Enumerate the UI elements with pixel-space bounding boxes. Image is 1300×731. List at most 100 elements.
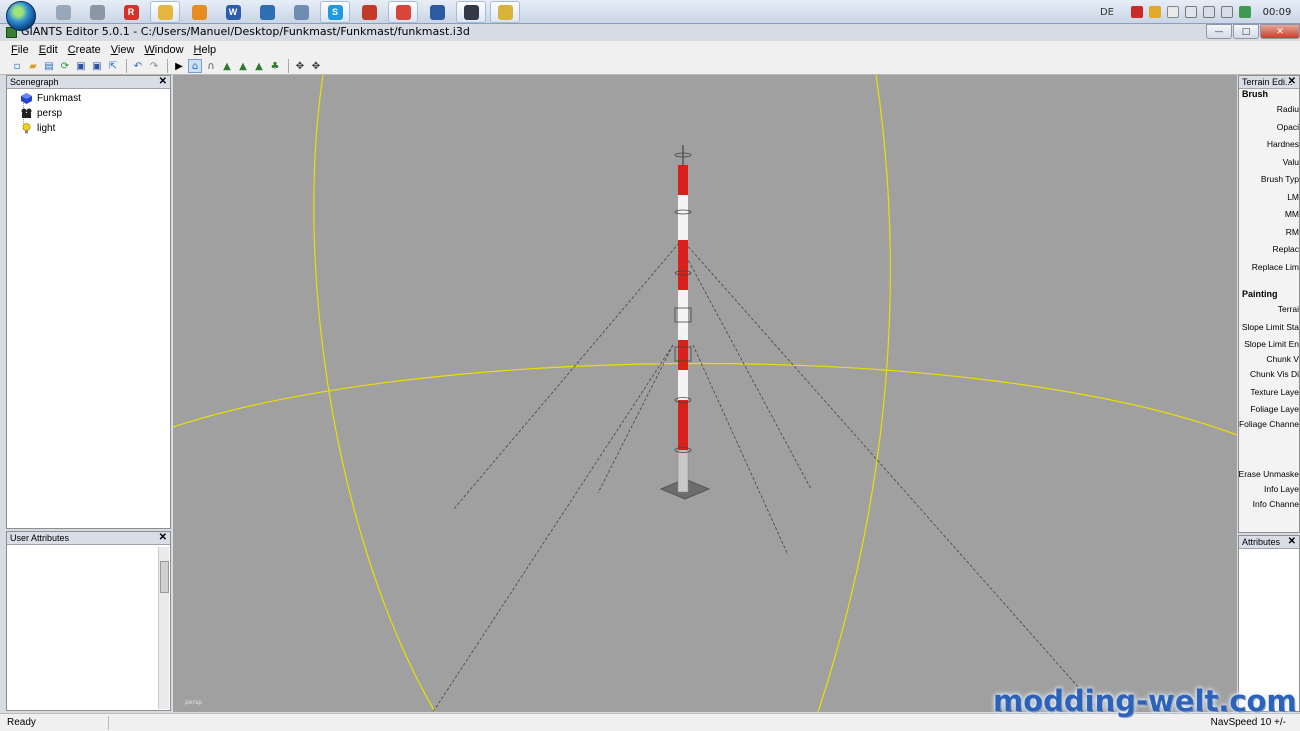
scenegraph-header: Scenegraph ✕	[7, 76, 170, 89]
menu-file[interactable]: File	[6, 44, 34, 56]
guy-wire	[452, 242, 680, 511]
mast-segment	[678, 195, 688, 240]
menu-edit[interactable]: Edit	[34, 44, 63, 56]
mast-segment	[678, 290, 688, 340]
menu-help[interactable]: Help	[189, 44, 222, 56]
maximize-button[interactable]: □	[1233, 24, 1259, 39]
clock[interactable]: 00:09	[1254, 7, 1300, 18]
export-icon[interactable]: ⇱	[106, 59, 120, 73]
taskbar-app-pinned-app-3[interactable]: R	[116, 1, 146, 23]
system-tray: DE 00:09	[1100, 0, 1300, 24]
status-text: Ready	[7, 717, 36, 728]
grid-circle-left	[313, 75, 436, 712]
taskbar-app-pinned-app-10[interactable]	[354, 1, 384, 23]
tray-app-icon[interactable]	[1149, 6, 1161, 18]
antivirus-icon[interactable]	[1131, 6, 1143, 18]
play-icon[interactable]: ▶	[172, 59, 186, 73]
flag-icon[interactable]	[1185, 6, 1197, 18]
menu-view[interactable]: View	[106, 44, 140, 56]
mast-segment	[678, 340, 688, 370]
panel-title: Scenegraph	[10, 77, 59, 87]
new-file-icon[interactable]: ▫	[10, 59, 24, 73]
terrain-setting-label: Info Channe	[1252, 499, 1299, 509]
update-icon[interactable]	[1239, 6, 1251, 18]
terrain-setting-label: Texture Laye	[1250, 387, 1299, 397]
select-tool-icon[interactable]: ⌂	[188, 59, 202, 73]
taskbar-app-chrome[interactable]	[388, 1, 418, 23]
viewport-scene	[173, 75, 1237, 712]
window-titlebar: GIANTS Editor 5.0.1 - C:/Users/Manuel/De…	[0, 24, 1300, 41]
terrain-setting-label: Valu	[1282, 157, 1299, 167]
browser-globe-icon	[259, 4, 275, 20]
mast-segment	[677, 449, 689, 493]
minimize-button[interactable]: —	[1206, 24, 1232, 39]
close-icon[interactable]: ✕	[1288, 76, 1296, 88]
3d-viewport[interactable]: persp	[173, 75, 1237, 712]
pinned-app-2-icon	[89, 4, 105, 20]
open-recent-icon[interactable]: ▤	[42, 59, 56, 73]
taskbar-app-pinned-app-8[interactable]	[286, 1, 316, 23]
giants-editor-icon	[497, 4, 513, 20]
close-button[interactable]: ✕	[1260, 24, 1300, 39]
open-file-icon[interactable]: ▰	[26, 59, 40, 73]
gizmo-settings-icon[interactable]: ✥	[309, 59, 323, 73]
pinned-app-12-icon	[429, 4, 445, 20]
terrain-foliage-icon[interactable]: ▲	[252, 59, 266, 73]
close-icon[interactable]: ✕	[1288, 536, 1296, 548]
menu-window[interactable]: Window	[139, 44, 188, 56]
terrain-setting-label: Replace Lim	[1251, 262, 1299, 272]
reload-icon[interactable]: ⟳	[58, 59, 72, 73]
start-button[interactable]	[6, 1, 36, 31]
terrain-editor-panel: Terrain Edi... ✕ Brush Radiu Opaci Hardnes V…	[1238, 75, 1300, 533]
mast-segment	[678, 240, 688, 290]
taskbar-app-media-player[interactable]	[184, 1, 214, 23]
taskbar-app-browser-globe[interactable]	[252, 1, 282, 23]
tree-node-label: persp	[37, 108, 63, 119]
mast-segment	[678, 165, 688, 195]
section-heading: Painting	[1242, 289, 1278, 299]
taskbar-app-pinned-app-2[interactable]	[82, 1, 112, 23]
magnet-icon[interactable]: ∩	[204, 59, 218, 73]
tree-node-light[interactable]: light	[21, 121, 55, 136]
taskbar-app-explorer[interactable]	[150, 1, 180, 23]
steam-icon	[463, 4, 479, 20]
undo-icon[interactable]: ↶	[131, 59, 145, 73]
taskbar-app-giants-editor[interactable]	[490, 1, 520, 23]
network-icon[interactable]	[1203, 6, 1215, 18]
scrollbar[interactable]	[158, 547, 169, 709]
document-icon[interactable]	[1167, 6, 1179, 18]
pinned-app-1-icon	[55, 4, 71, 20]
scrollbar-thumb[interactable]	[160, 561, 169, 593]
toolbar-separator	[288, 59, 289, 73]
media-player-icon	[191, 4, 207, 20]
terrain-paint-icon[interactable]: ▲	[236, 59, 250, 73]
foliage-icon[interactable]: ♣	[268, 59, 282, 73]
taskbar-app-skype[interactable]: S	[320, 1, 350, 23]
tree-node-persp[interactable]: persp	[21, 106, 62, 121]
panel-title: Attributes	[1242, 537, 1281, 547]
save-icon[interactable]: ▣	[74, 59, 88, 73]
skype-icon: S	[327, 4, 343, 20]
taskbar-app-word[interactable]: W	[218, 1, 248, 23]
close-icon[interactable]: ✕	[159, 532, 167, 544]
gizmo-icon[interactable]: ✥	[293, 59, 307, 73]
window-controls: — □ ✕	[1205, 24, 1300, 40]
grid-circle-right	[817, 75, 891, 712]
language-indicator[interactable]: DE	[1100, 7, 1114, 18]
menu-create[interactable]: Create	[63, 44, 106, 56]
terrain-setting-label: Terrai	[1277, 304, 1299, 314]
terrain-setting-label: Chunk Vis Di	[1250, 369, 1299, 379]
taskbar-app-pinned-app-1[interactable]	[48, 1, 78, 23]
volume-icon[interactable]	[1221, 6, 1233, 18]
taskbar-app-pinned-app-12[interactable]	[422, 1, 452, 23]
radio-mast	[674, 145, 692, 493]
taskbar-app-steam[interactable]	[456, 1, 486, 23]
close-icon[interactable]: ✕	[159, 76, 167, 88]
toolbar-separator	[167, 59, 168, 73]
terrain-sculpt-icon[interactable]: ▲	[220, 59, 234, 73]
tree-node-funkmast[interactable]: Funkmast	[21, 91, 81, 106]
pinned-app-3-icon: R	[123, 4, 139, 20]
redo-icon[interactable]: ↷	[147, 59, 161, 73]
save-as-icon[interactable]: ▣	[90, 59, 104, 73]
tree-node-label: light	[37, 123, 56, 134]
